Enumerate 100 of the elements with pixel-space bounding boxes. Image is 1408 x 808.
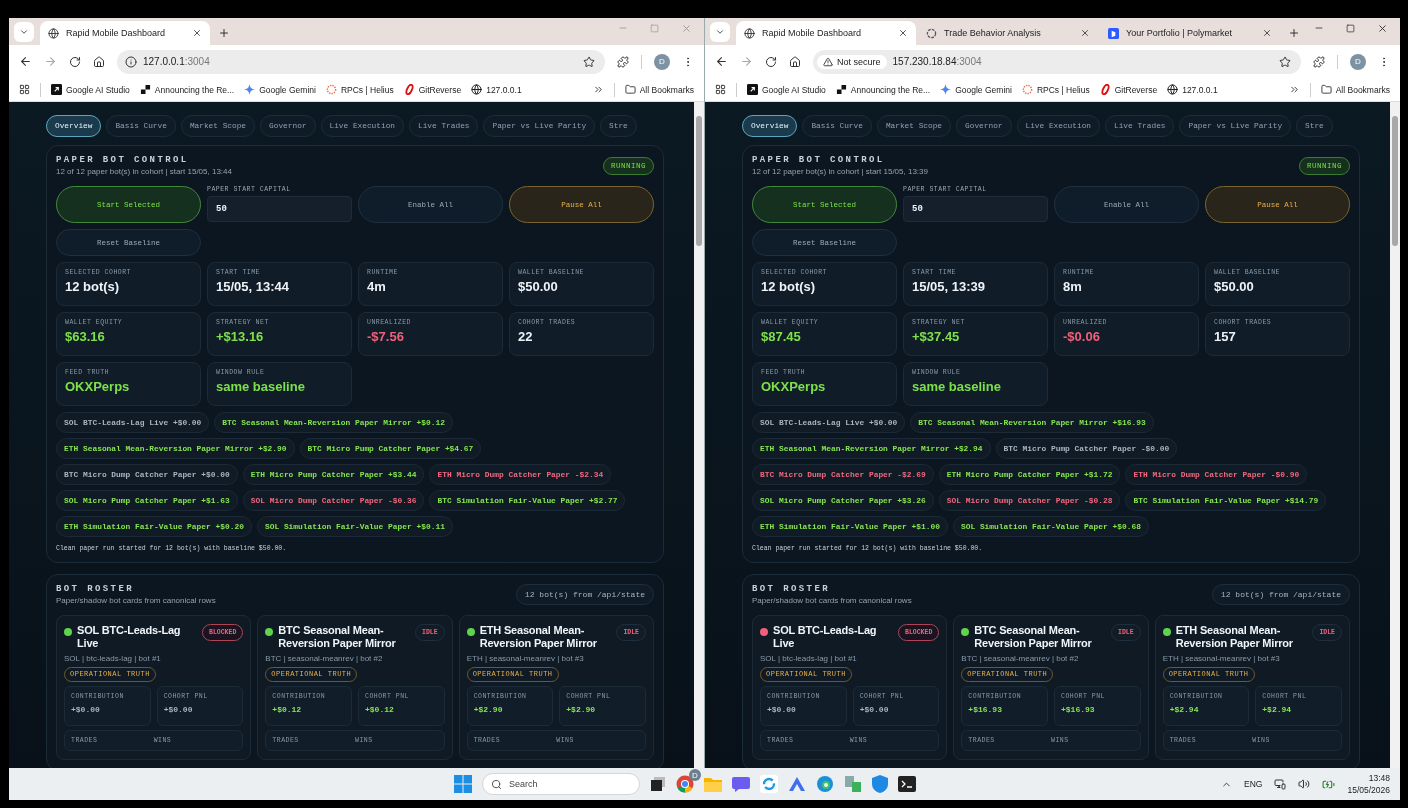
bookmark-link[interactable]: RPCs | Helius [340,84,394,95]
sync-icon[interactable] [760,775,778,793]
knot-icon [926,27,937,39]
clock-time[interactable]: 13:48 [1368,773,1390,783]
new-tab-icon[interactable] [218,27,230,39]
reload-icon[interactable] [69,55,81,68]
browser-tab[interactable]: Your Portfolio | Polymarket [1100,21,1280,45]
panel-subtitle: Paper/shadow bot cards from canonical rows [56,596,216,605]
scrollbar[interactable] [694,102,704,768]
metric-value: +$0.00 [859,705,890,714]
address-bar[interactable]: Not secure 157.230.18.84:3004 [813,49,1301,74]
stat-value: -$0.06 [1063,329,1101,344]
url-port: :3004 [184,56,210,67]
panel-title: BOT ROSTER [56,584,135,594]
stat-value: $50.00 [518,279,559,294]
task-view-icon[interactable] [650,776,666,792]
stat-value: OKXPerps [65,379,131,394]
bookmark-link[interactable]: Announcing the Re... [154,84,235,95]
sparkle-icon [940,84,952,95]
maximize-icon[interactable] [1346,22,1355,34]
folder-icon [1320,84,1332,95]
bookmark-link[interactable]: Google AI Studio [66,84,130,95]
bookmark-link[interactable]: Google Gemini [259,84,316,95]
profile-badge: D [689,769,701,781]
bookmark-link[interactable]: RPCs | Helius [1036,84,1090,95]
scrollbar[interactable] [1390,102,1400,768]
browser-icon[interactable] [676,775,694,793]
stat-value: -$7.56 [367,329,405,344]
info-icon[interactable] [125,55,137,68]
search-icon [491,778,502,790]
stat-value: same baseline [912,379,1002,394]
bookmark-folder[interactable]: All Bookmarks [1335,84,1390,95]
apps-grid-icon[interactable] [715,84,726,95]
tab-title: Rapid Mobile Dashboard [66,28,167,38]
source-badge: 12 bot(s) from /api/state [515,584,654,605]
bot-meta: ETH | seasonal-meanrev | bot #3 [1162,654,1281,663]
browser-tab[interactable]: Rapid Mobile Dashboard [40,21,210,45]
search-field[interactable]: Search [482,773,640,795]
close-icon[interactable] [1080,28,1090,38]
bookmark-link[interactable]: Google Gemini [955,84,1012,95]
stat-value: $87.45 [761,329,802,344]
square-icon [747,84,758,95]
metric-value: +$0.12 [272,705,303,714]
metric-value: +$2.94 [1169,705,1200,714]
close-icon[interactable] [898,28,908,38]
star-icon[interactable] [1279,55,1291,68]
stat-value: 22 [518,329,534,344]
stat-value: 12 bot(s) [65,279,121,294]
new-tab-icon[interactable] [1288,27,1300,39]
bookmark-link[interactable]: GitReverse [1114,84,1158,95]
home-icon[interactable] [93,55,105,68]
back-icon[interactable] [715,55,728,68]
metric-value: +$0.00 [163,705,194,714]
globe-icon [471,84,483,95]
terminal-icon[interactable] [898,776,916,792]
close-icon[interactable] [1262,28,1272,38]
bookmark-link[interactable]: 127.0.0.1 [1182,84,1218,95]
square-icon [51,84,62,95]
apps-grid-icon[interactable] [19,84,30,95]
bookmark-link[interactable]: Google AI Studio [762,84,826,95]
chevrons-right-icon[interactable] [1288,84,1300,95]
close-icon[interactable] [1377,22,1388,34]
metric-value: +$2.90 [473,705,504,714]
browser-tab[interactable]: Trade Behavior Analysis [918,21,1098,45]
source-badge: 12 bot(s) from /api/state [1211,584,1350,605]
panel-title: PAPER BOT CONTROL [56,155,190,165]
browser-tab[interactable]: Rapid Mobile Dashboard [736,21,916,45]
volume-icon[interactable] [1298,778,1311,790]
warning-icon [823,56,833,67]
bookmark-link[interactable]: Announcing the Re... [850,84,931,95]
stat-value: 15/05, 13:39 [912,279,986,294]
language-indicator[interactable]: ENG [1244,779,1263,789]
metric-value: +$16.93 [1061,705,1096,714]
bookmark-link[interactable]: GitReverse [418,84,462,95]
puzzle-icon[interactable] [617,55,629,68]
chevron-down-icon [715,27,725,37]
ring-icon [325,84,337,95]
panel-subtitle: 12 of 12 paper bot(s) in cohort | start 15/05, 13:44 [56,167,232,176]
clock-date[interactable]: 15/05/2026 [1347,785,1390,795]
capital-input[interactable]: 50 [207,196,352,222]
square-icon [1108,27,1119,39]
bookmark-folder[interactable]: All Bookmarks [639,84,694,95]
address-bar[interactable]: 127.0.0.1:3004 [117,49,605,74]
reload-icon[interactable] [765,55,777,68]
monitor-icon[interactable] [1274,778,1287,790]
star-icon[interactable] [583,55,595,68]
puzzle-icon[interactable] [1313,55,1325,68]
metric-value: +$2.90 [566,705,597,714]
capital-input[interactable]: 50 [903,196,1048,222]
chat-bubble-icon[interactable] [732,776,750,792]
chevrons-right-icon[interactable] [592,84,604,95]
back-icon[interactable] [19,55,32,68]
arch-icon[interactable] [788,776,806,792]
bot-name: BTC Seasonal Mean-Reversion Paper Mirror [974,624,1093,650]
security-chip[interactable]: Not secure [817,54,887,69]
home-icon[interactable] [789,55,801,68]
swirl-icon[interactable] [816,775,834,793]
close-icon[interactable] [192,28,202,38]
shield-icon[interactable] [872,775,888,793]
bookmark-link[interactable]: 127.0.0.1 [486,84,522,95]
